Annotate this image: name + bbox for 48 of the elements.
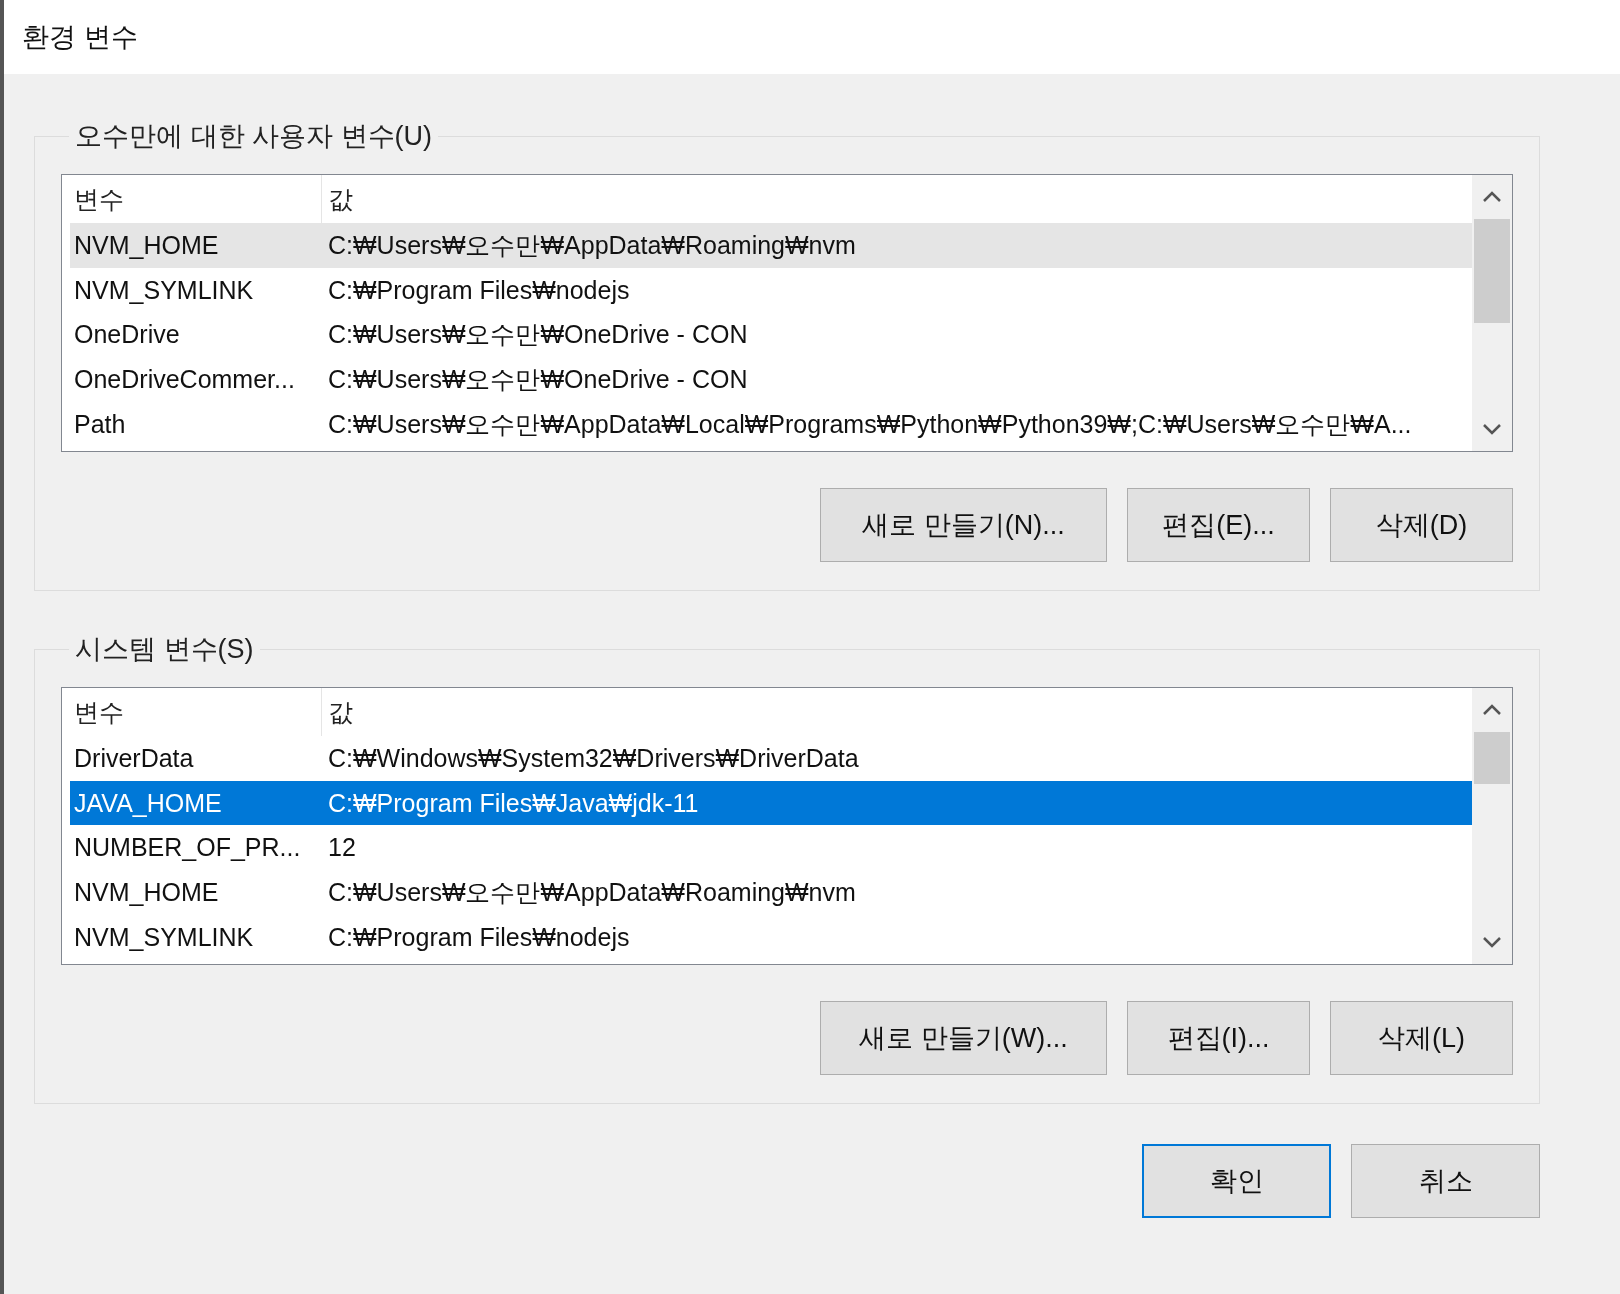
- variable-value: C:₩Program Files₩Java₩jdk-11: [327, 788, 699, 818]
- column-header[interactable]: 변수: [70, 688, 322, 736]
- variable-value: C:₩Program Files₩nodejs: [327, 922, 630, 952]
- list-row[interactable]: NVM_SYMLINK C:₩Program Files₩nodejs: [70, 267, 1472, 313]
- group-label: 시스템 변수(S): [74, 633, 255, 666]
- variable-value: C:₩Users₩오수만₩OneDrive - CON: [327, 363, 748, 395]
- list-row[interactable]: NVM_SYMLINK C:₩Program Files₩nodejs: [70, 914, 1472, 960]
- list-row[interactable]: OneDriveCommer... C:₩Users₩오수만₩OneDrive - CON: [70, 357, 1472, 402]
- scrollbar[interactable]: [1472, 688, 1512, 964]
- list-row[interactable]: JAVA_HOME C:₩Program Files₩Java₩jdk-11: [70, 780, 1472, 826]
- list-row[interactable]: Path C:₩Users₩오수만₩AppData₩Local₩Programs₩Python₩Python39₩;C:₩Users₩오수만₩A...: [70, 401, 1472, 447]
- scrollbar[interactable]: [1472, 175, 1512, 451]
- variable-name: DriverData: [73, 743, 195, 773]
- variable-name: NUMBER_OF_PR...: [73, 833, 302, 863]
- dialog-button[interactable]: 편집(I)...: [1127, 1001, 1310, 1075]
- variable-value: C:₩Users₩오수만₩AppData₩Roaming₩nvm: [327, 229, 856, 261]
- ok-button[interactable]: 확인: [1142, 1144, 1331, 1218]
- dialog-button[interactable]: 새로 만들기(N)...: [820, 488, 1107, 562]
- variable-name: NVM_HOME: [73, 877, 220, 907]
- variable-value: C:₩Users₩오수만₩OneDrive - CON: [327, 319, 748, 351]
- variable-value: C:₩Users₩오수만₩AppData₩Roaming₩nvm: [327, 876, 856, 908]
- dialog-button[interactable]: 삭제(D): [1330, 488, 1513, 562]
- variable-name: NVM_SYMLINK: [73, 275, 255, 305]
- column-header[interactable]: 값: [322, 182, 353, 216]
- dialog-button[interactable]: 편집(E)...: [1127, 488, 1310, 562]
- group-label: 오수만에 대한 사용자 변수(U): [74, 120, 433, 153]
- variable-name: OneDrive: [73, 320, 181, 350]
- variable-value: C:₩Windows₩System32₩Drivers₩DriverData: [327, 743, 859, 773]
- variable-value: C:₩Users₩오수만₩AppData₩Local₩Programs₩Python₩Python39₩;C:₩Users₩오수만₩A...: [327, 408, 1412, 440]
- list-row[interactable]: NVM_HOME C:₩Users₩오수만₩AppData₩Roaming₩nvm: [70, 223, 1472, 268]
- dialog-button[interactable]: 새로 만들기(W)...: [820, 1001, 1107, 1075]
- variable-value: 12: [327, 833, 356, 863]
- cancel-button[interactable]: 취소: [1351, 1144, 1540, 1218]
- scrollbar-thumb[interactable]: [1474, 219, 1510, 323]
- list-row[interactable]: DriverData C:₩Windows₩System32₩Drivers₩DriverData: [70, 736, 1472, 781]
- dialog-button[interactable]: 삭제(L): [1330, 1001, 1513, 1075]
- variable-name: OneDriveCommer...: [73, 364, 296, 394]
- column-header[interactable]: 값: [322, 695, 353, 729]
- variable-name: NVM_HOME: [73, 230, 220, 260]
- list-row[interactable]: OneDrive C:₩Users₩오수만₩OneDrive - CON: [70, 312, 1472, 358]
- scrollbar-thumb[interactable]: [1474, 732, 1510, 784]
- window-title: 환경 변수: [22, 21, 138, 54]
- variable-name: JAVA_HOME: [73, 788, 223, 818]
- list-row[interactable]: NVM_HOME C:₩Users₩오수만₩AppData₩Roaming₩nvm: [70, 870, 1472, 915]
- variable-value: C:₩Program Files₩nodejs: [327, 275, 630, 305]
- variable-name: Path: [73, 409, 127, 439]
- variable-name: NVM_SYMLINK: [73, 922, 255, 952]
- list-row[interactable]: NUMBER_OF_PR... 12: [70, 825, 1472, 871]
